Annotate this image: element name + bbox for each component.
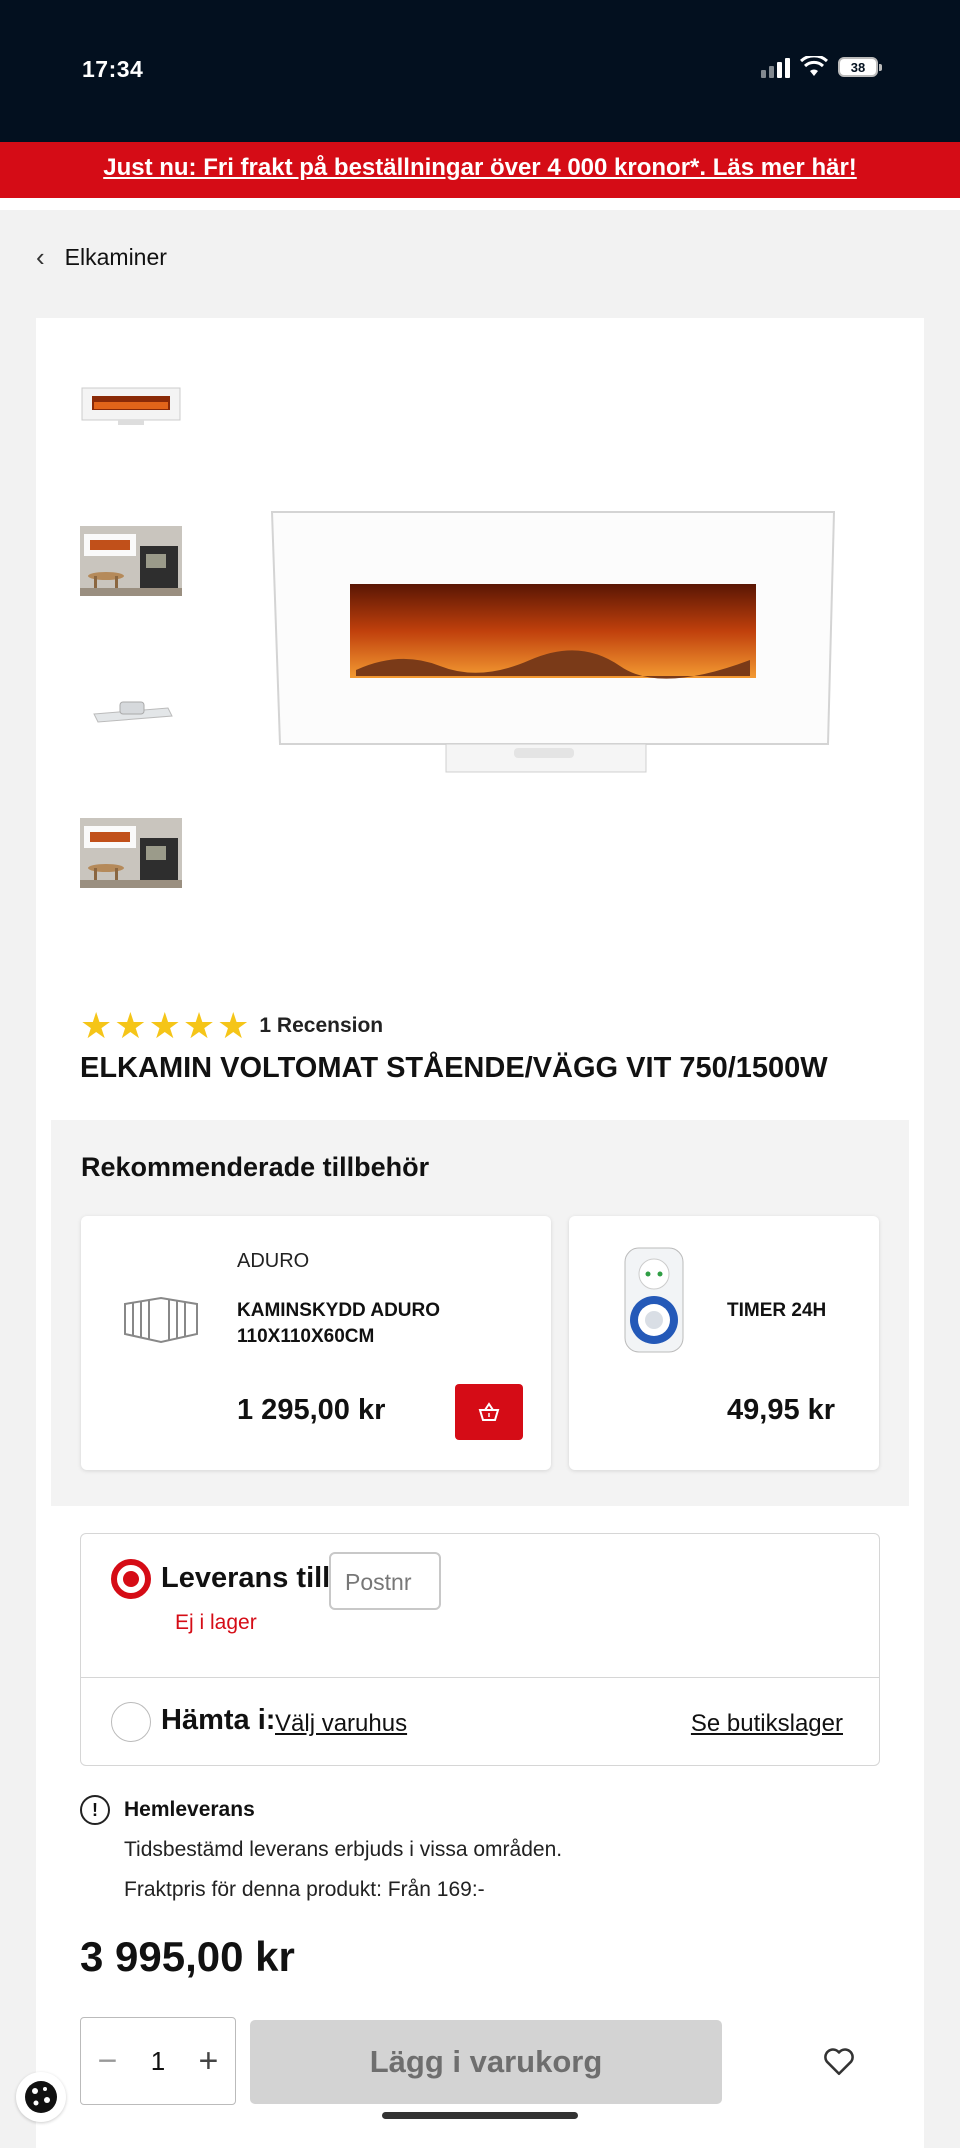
recommended-accessories: Rekommenderade tillbehör ADURO KAMINSKYD… (51, 1120, 909, 1506)
product-tile-price: 1 295,00 kr (237, 1394, 386, 1426)
star-icon: ★ (182, 1005, 216, 1046)
product-tile-brand: ADURO (237, 1250, 310, 1272)
quantity-value[interactable]: 1 (151, 2046, 165, 2077)
breadcrumb[interactable]: ‹ Elkaminer (36, 242, 167, 273)
home-indicator (382, 2112, 578, 2119)
store-stock-link[interactable]: Se butikslager (691, 1710, 843, 1738)
stock-status: Ej i lager (175, 1611, 257, 1634)
product-tile-image (121, 1268, 201, 1358)
quantity-stepper: − 1 + (80, 2017, 236, 2105)
cookie-icon (25, 2081, 57, 2113)
section-heading: Rekommenderade tillbehör (81, 1152, 430, 1182)
product-rating[interactable]: ★ ★ ★ ★ ★ 1 Recension (80, 1008, 383, 1044)
battery-icon: 38 (838, 57, 882, 77)
info-line: Tidsbestämd leverans erbjuds i vissa omr… (124, 1838, 563, 1861)
divider (81, 1677, 879, 1678)
status-icons: 38 (761, 56, 882, 78)
promo-banner-link[interactable]: Just nu: Fri frakt på beställningar över… (0, 142, 960, 198)
chevron-left-icon: ‹ (36, 242, 45, 272)
info-line: Fraktpris för denna produkt: Från 169:- (124, 1878, 485, 1901)
product-tile-name: TIMER 24H (727, 1300, 827, 1321)
product-tile[interactable]: ADURO KAMINSKYDD ADURO 110X110X60CM 1 29… (81, 1216, 551, 1470)
product-tile-image (619, 1246, 689, 1354)
increase-quantity-button[interactable]: + (198, 2044, 218, 2078)
star-icon: ★ (217, 1005, 250, 1046)
thumbnail-fireplace-front[interactable] (80, 370, 182, 440)
product-price: 3 995,00 kr (80, 1933, 295, 1980)
postal-code-input[interactable]: Postnr (329, 1552, 441, 1610)
thumbnail-stand[interactable] (80, 672, 182, 742)
product-tile-name: KAMINSKYDD ADURO 110X110X60CM (237, 1300, 441, 1347)
add-to-cart-button[interactable] (455, 1384, 523, 1440)
product-tile[interactable]: TIMER 24H 49,95 kr (569, 1216, 879, 1470)
basket-icon (478, 1402, 500, 1421)
star-icon: ★ (148, 1005, 181, 1046)
wifi-icon (800, 56, 828, 76)
pickup-radio[interactable] (111, 1702, 151, 1742)
breadcrumb-label: Elkaminer (64, 244, 167, 270)
review-count: 1 Recension (259, 1014, 384, 1037)
cellular-signal-icon (761, 56, 790, 78)
delivery-options: Leverans till: Postnr Ej i lager Hämta i… (80, 1533, 880, 1766)
delivery-radio[interactable] (111, 1559, 151, 1599)
info-heading: Hemleverans (124, 1798, 255, 1821)
pickup-label: Hämta i: (161, 1704, 276, 1736)
star-icon: ★ (80, 1005, 113, 1046)
wishlist-heart-icon[interactable] (822, 2044, 856, 2078)
decrease-quantity-button[interactable]: − (98, 2044, 118, 2078)
thumbnail-living-room[interactable] (80, 526, 182, 596)
cookie-settings-button[interactable] (16, 2072, 66, 2122)
star-icon: ★ (114, 1005, 147, 1046)
product-tile-price: 49,95 kr (727, 1394, 836, 1426)
banner-spacer (0, 198, 960, 210)
thumbnail-living-room-2[interactable] (80, 818, 182, 888)
info-icon: ! (80, 1795, 110, 1825)
status-bar: 17:34 38 (0, 0, 960, 142)
status-time: 17:34 (82, 56, 144, 82)
choose-store-link[interactable]: Välj varuhus (275, 1710, 407, 1738)
delivery-label: Leverans till: (161, 1562, 340, 1594)
add-to-cart-button[interactable]: Lägg i varukorg (250, 2020, 722, 2104)
product-main-image[interactable] (270, 510, 836, 780)
product-title: ELKAMIN VOLTOMAT STÅENDE/VÄGG VIT 750/15… (80, 1052, 828, 1084)
